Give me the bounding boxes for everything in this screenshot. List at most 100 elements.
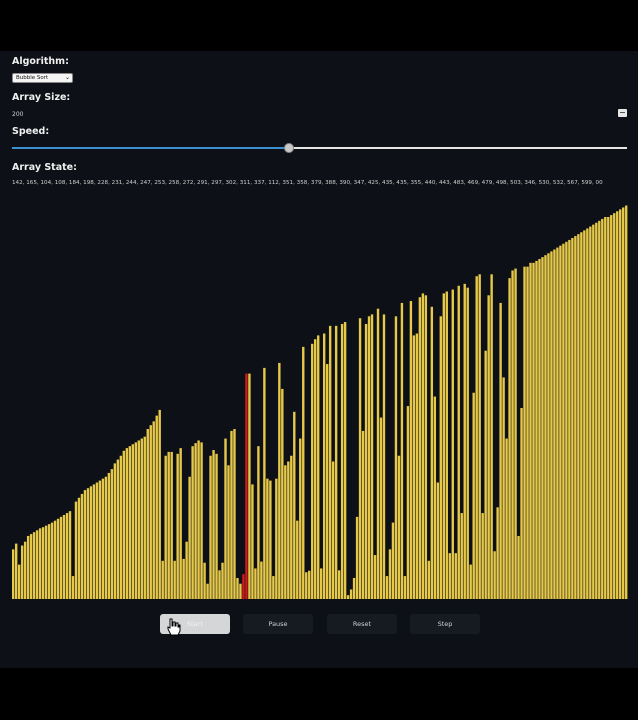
array-bar [284,465,287,599]
array-bar [466,287,469,599]
array-bar [346,595,350,599]
array-bar [287,461,290,599]
array-bar [538,259,541,599]
array-bar [32,532,36,599]
array-bar [140,438,143,599]
array-bar [496,507,499,599]
array-bar [367,316,371,599]
array-bar [230,430,233,599]
algorithm-select[interactable]: Bubble Sort ⌄ [12,73,73,83]
array-bar [176,453,179,599]
array-bar [457,285,460,599]
array-bar [574,236,577,599]
speed-slider-fill[interactable] [12,147,289,149]
array-bar [382,314,386,599]
array-bar [580,232,583,599]
array-bar [158,409,161,599]
array-bar [481,513,484,599]
array-bar [224,438,227,599]
array-bar [607,217,610,599]
array-bar [80,493,84,599]
array-bar [23,541,27,599]
array-bar [610,215,613,599]
array-bar [161,560,164,599]
array-bar [65,513,69,599]
array-bar [263,367,266,599]
array-bar [394,316,398,599]
array-bar [134,442,137,599]
array-bar [29,534,33,599]
array-bar [379,417,383,599]
array-bar [517,535,520,599]
array-bar [260,561,263,599]
chevron-down-icon: ⌄ [64,74,70,81]
array-bar [128,446,132,599]
array-size-stepper[interactable] [618,109,627,117]
array-bar [322,333,326,599]
array-bar [197,440,200,599]
array-bar [53,520,57,599]
array-bar [454,553,457,599]
array-bar [592,224,595,599]
array-bar [400,302,404,599]
array-bar [59,516,63,599]
array-bar [424,295,428,599]
array-bar [589,226,592,599]
array-bar [86,488,90,599]
array-bar [125,448,129,599]
speed-slider-track[interactable] [288,147,627,149]
array-bar [104,476,108,599]
array-bar [122,450,126,599]
array-bar [206,583,209,599]
hand-cursor-icon [167,618,181,636]
array-bar [487,295,490,599]
array-bar [337,570,341,599]
array-bar [604,217,607,599]
array-bar [308,570,311,599]
array-bar [170,451,173,599]
array-bar [556,247,559,599]
array-bar [469,564,472,599]
array-bar [317,335,320,599]
reset-button[interactable]: Reset [327,614,397,634]
array-bar [520,408,523,599]
pause-button[interactable]: Pause [243,614,313,634]
array-bar [185,541,188,599]
array-bar [227,465,230,599]
array-bar [131,444,134,599]
array-bar [541,257,544,599]
array-bar [248,373,251,599]
array-bar-chart [12,205,628,599]
array-bar [409,301,413,599]
array-bar [403,576,407,599]
array-size-value: 200 [12,111,24,118]
array-bar [320,568,323,599]
array-bar [448,553,451,599]
array-bar [71,576,75,599]
array-bar [445,291,448,599]
array-bar [272,576,275,599]
array-bar [616,211,619,599]
array-bar [149,425,152,599]
step-button[interactable]: Step [410,614,480,634]
array-bar [502,377,505,599]
array-bar [74,501,78,599]
array-bar [305,572,308,599]
array-bar [137,440,140,599]
array-bar [385,576,389,599]
array-bar [299,438,302,599]
array-bar [355,516,359,599]
speed-slider-thumb[interactable] [283,143,294,153]
algorithm-select-value: Bubble Sort [16,75,49,81]
array-bar [203,562,206,599]
array-bar [436,482,440,599]
array-bar [439,316,442,599]
array-bar [188,476,191,599]
array-bar [17,564,21,599]
array-state-values: 142, 165, 104, 108, 184, 198, 228, 231, … [12,180,603,186]
array-bar [577,234,580,599]
array-bar [50,522,54,599]
array-bar [110,469,114,599]
array-bar [430,306,434,599]
array-bar [236,577,239,599]
